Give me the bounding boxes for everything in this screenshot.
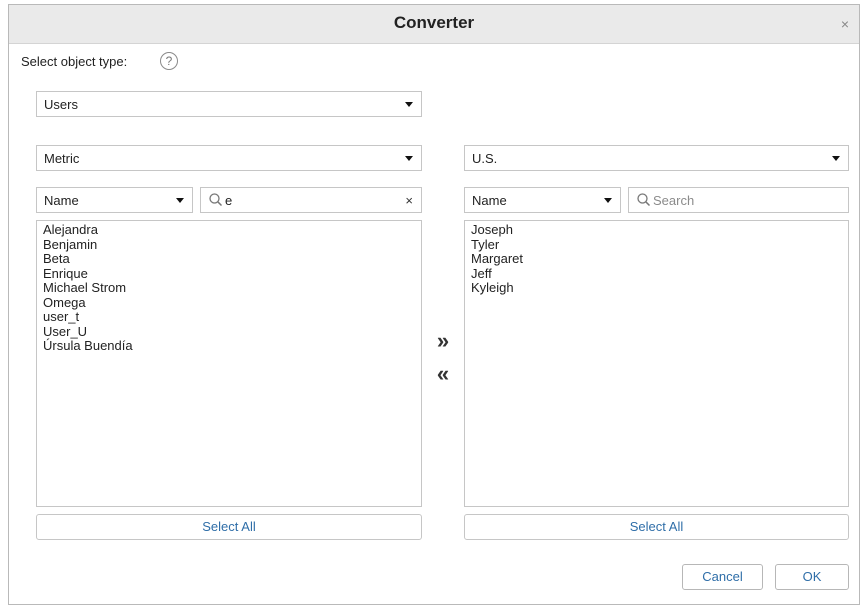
search-icon	[637, 193, 651, 207]
list-item[interactable]: Beta	[43, 251, 421, 267]
list-item[interactable]: Úrsula Buendía	[43, 338, 421, 354]
search-icon	[209, 193, 223, 207]
left-search-input[interactable]	[225, 191, 375, 209]
right-search-by-dropdown[interactable]: Name	[464, 187, 621, 213]
dialog-title: Converter	[393, 13, 475, 32]
list-item[interactable]: Kyleigh	[471, 280, 848, 296]
caret-down-icon	[405, 102, 413, 107]
left-search-by-dropdown[interactable]: Name	[36, 187, 193, 213]
title-bar: Converter ×	[9, 5, 859, 44]
left-project-value: Metric	[44, 151, 80, 166]
select-object-type-label: Select object type:	[21, 54, 128, 69]
left-search-by-value: Name	[44, 193, 79, 208]
left-project-dropdown[interactable]: Metric	[36, 145, 422, 171]
caret-down-icon	[405, 156, 413, 161]
move-right-icon[interactable]: »	[432, 330, 454, 353]
converter-dialog: Converter × Select object type: ? Users …	[8, 4, 860, 605]
caret-down-icon	[832, 156, 840, 161]
list-item[interactable]: User_U	[43, 324, 421, 340]
list-item[interactable]: Tyler	[471, 237, 848, 253]
caret-down-icon	[176, 198, 184, 203]
object-type-dropdown[interactable]: Users	[36, 91, 422, 117]
list-item[interactable]: Alejandra	[43, 222, 421, 238]
list-item[interactable]: Jeff	[471, 266, 848, 282]
right-project-value: U.S.	[472, 151, 498, 166]
list-item[interactable]: Benjamin	[43, 237, 421, 253]
right-search-input[interactable]	[653, 191, 803, 209]
object-type-value: Users	[44, 97, 78, 112]
right-select-all-button[interactable]: Select All	[464, 514, 849, 540]
left-list[interactable]: Alejandra Benjamin Beta Enrique Michael Stro…	[36, 220, 422, 507]
right-project-dropdown[interactable]: U.S.	[464, 145, 849, 171]
caret-down-icon	[604, 198, 612, 203]
help-icon[interactable]: ?	[160, 52, 178, 70]
cancel-button[interactable]: Cancel	[682, 564, 763, 590]
list-item[interactable]: Enrique	[43, 266, 421, 282]
list-item[interactable]: Michael Strom	[43, 280, 421, 296]
list-item[interactable]: user_t	[43, 309, 421, 325]
clear-search-icon[interactable]: ×	[405, 193, 413, 208]
move-left-icon[interactable]: «	[432, 363, 454, 386]
ok-button[interactable]: OK	[775, 564, 849, 590]
left-select-all-button[interactable]: Select All	[36, 514, 422, 540]
list-item[interactable]: Omega	[43, 295, 421, 311]
list-item[interactable]: Joseph	[471, 222, 848, 238]
close-icon[interactable]: ×	[841, 17, 849, 31]
left-search-box: ×	[200, 187, 422, 213]
list-item[interactable]: Margaret	[471, 251, 848, 267]
right-search-by-value: Name	[472, 193, 507, 208]
right-list[interactable]: Joseph Tyler Margaret Jeff Kyleigh	[464, 220, 849, 507]
right-search-box	[628, 187, 849, 213]
